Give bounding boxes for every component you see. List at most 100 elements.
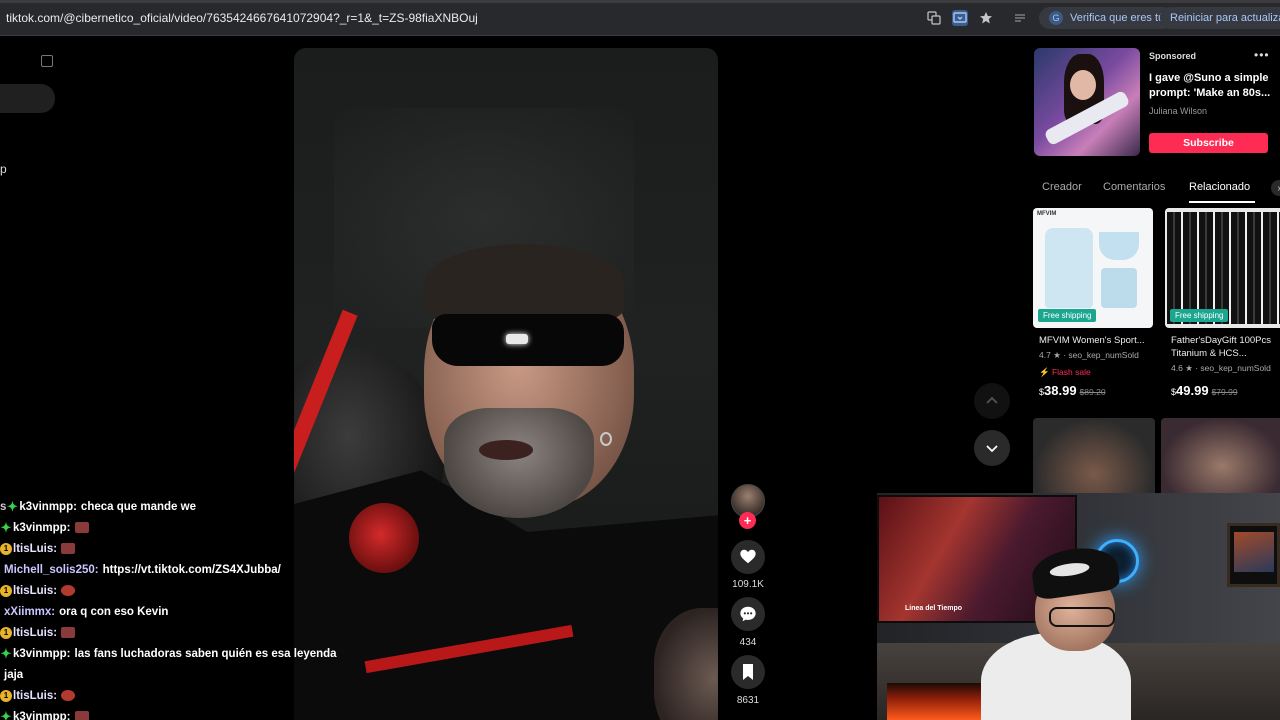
like-button[interactable] [731,540,765,574]
sidebar-search-field[interactable] [0,84,55,113]
chat-username: k3vinmpp: [13,710,71,720]
translate-icon[interactable] [926,10,942,26]
chevron-up-icon [986,396,998,404]
update-label: Reiniciar para actualizar [1170,12,1280,24]
active-tab-underline [1189,201,1255,203]
rating-value: 4.7 [1039,350,1051,360]
product-name: Father'sDayGift 100Pcs Titanium & HCS... [1171,335,1272,359]
chat-text: las fans luchadoras saben quién es esa l… [74,647,337,660]
product-rating: 4.7 ★ · seo_kep_numSold [1039,350,1139,360]
chat-username: ltisLuis: [13,626,58,639]
screen: tiktok.com/@cibernetico_oficial/video/76… [0,0,1280,720]
product-rating: 4.6 ★ · seo_kep_numSold [1171,363,1271,373]
earring [600,432,612,446]
previous-video-button[interactable] [974,383,1010,419]
free-shipping-badge: Free shipping [1038,309,1097,322]
person-beard [444,408,594,518]
sold-count: seo_kep_numSold [1200,363,1271,373]
tab-related[interactable]: Relacionado [1189,181,1250,193]
more-options-icon[interactable]: ••• [1254,48,1270,62]
related-video-thumbnail[interactable] [1033,418,1155,498]
tab-comments[interactable]: Comentarios [1103,181,1165,193]
streamer-glasses [1049,607,1115,627]
chat-message: ✦ k3vinmpp: las fans luchadoras saben quié… [0,643,340,664]
product-card[interactable]: Free shipping Father'sDayGift 100Pcs Tit… [1165,208,1280,398]
old-price: $79.99 [1211,387,1238,397]
streamer-webcam: Linea del Tiempo [877,493,1280,720]
chat-username: Michell_solis250: [4,563,99,576]
product-price: $49.99 $79.99 [1171,383,1238,398]
cast-icon[interactable] [952,10,968,26]
star-icon: ★ [1185,363,1193,373]
product-image: Free shipping [1165,208,1280,328]
follow-plus-icon[interactable]: + [739,512,756,529]
subscriber-badge-icon: 1 [0,626,12,639]
restart-update-pill[interactable]: Reiniciar para actualizar [1160,7,1280,29]
profile-icon: G [1049,11,1063,25]
chat-message: 1 ltisLuis: [0,685,340,706]
chat-message: jaja [0,664,340,685]
bookmark-star-icon[interactable] [978,10,994,26]
save-button[interactable] [731,655,765,689]
chat-username: k3vinmpp: [13,521,71,534]
tab-strip-edge [0,0,1280,3]
address-bar-actions [926,10,994,26]
heart-icon [740,549,756,564]
ad-face [1070,70,1096,100]
chat-username: ltisLuis: [13,584,58,597]
subscriber-badge-icon: 1 [0,584,12,597]
chevron-down-icon [986,445,998,453]
chat-username: k3vinmpp: [19,500,77,513]
chat-username: xXiimmx: [4,605,56,618]
video-player[interactable] [294,48,718,720]
free-shipping-badge: Free shipping [1170,309,1229,322]
ad-thumbnail[interactable] [1034,48,1140,156]
chat-message: s ✦ k3vinmpp: checa que mande we [0,496,340,517]
comment-button[interactable] [731,597,765,631]
comment-icon [740,606,756,622]
flash-sale-label: ⚡ Flash sale [1039,367,1091,378]
chat-text: checa que mande we [80,500,196,513]
price-value: 38.99 [1044,383,1077,398]
rating-value: 4.6 [1171,363,1183,373]
chat-message: 1 ltisLuis: [0,580,340,601]
sidebar-partial-text: p [0,162,7,176]
verify-identity-pill[interactable]: G Verifica que eres tú [1039,7,1175,29]
ad-sponsored-label: Sponsored [1149,51,1197,61]
old-price: $89.20 [1079,387,1106,397]
save-count: 8631 [736,695,760,706]
subscribe-button[interactable]: Subscribe [1149,133,1268,153]
product-image: MFVIM Free shipping [1033,208,1153,328]
flash-icon: ⚡ [1039,367,1050,377]
product-card[interactable]: MFVIM Free shipping MFVIM Women's Sport.… [1033,208,1153,398]
ad-title[interactable]: I gave @Suno a simple prompt: 'Make an 8… [1149,71,1273,101]
tab-creator[interactable]: Creador [1042,181,1082,193]
shirt-graphic [349,503,419,573]
product-logo: MFVIM [1037,211,1057,217]
product-shorts [1101,268,1137,308]
chat-emote [61,585,76,596]
product-top [1099,232,1139,260]
chat-text: jaja [4,668,24,681]
cam-fireplace [887,683,987,720]
sunglasses [432,314,624,366]
like-count: 109.1K [732,579,764,590]
chat-text: https://vt.tiktok.com/ZS4XJubba/ [102,563,281,576]
next-video-button[interactable] [974,430,1010,466]
product-name: MFVIM Women's Sport... [1039,335,1145,346]
chat-message: xXiimmx: ora q con eso Kevin [0,601,340,622]
sidebar-collapse-icon[interactable] [41,55,53,67]
sparkle-badge-icon: ✦ [6,498,18,514]
sold-count: seo_kep_numSold [1068,350,1139,360]
tv-caption: Linea del Tiempo [905,605,963,612]
chevron-right-icon[interactable]: › [1271,180,1280,196]
flash-text: Flash sale [1051,367,1091,377]
chat-message: 1 ltisLuis: [0,538,340,559]
related-video-thumbnail[interactable] [1161,418,1280,498]
sparkle-badge-icon: ✦ [0,519,12,535]
wall-frame [1227,523,1280,587]
address-bar[interactable]: tiktok.com/@cibernetico_oficial/video/76… [6,11,478,25]
reading-list-icon[interactable] [1012,10,1028,26]
sparkle-badge-icon: ✦ [0,645,12,661]
subscriber-badge-icon: 1 [0,689,12,702]
